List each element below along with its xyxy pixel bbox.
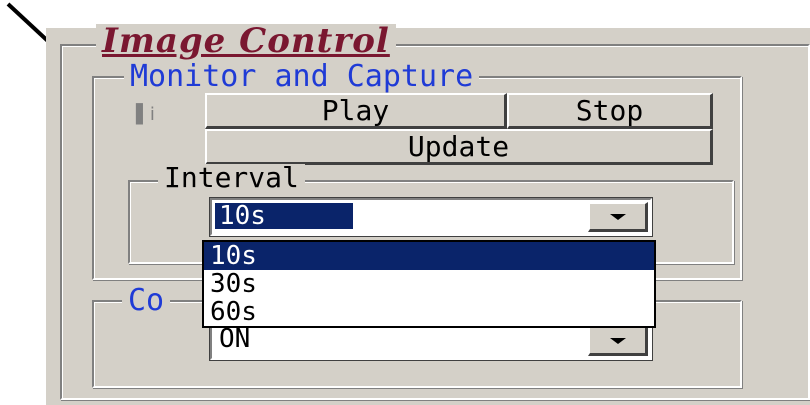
stop-button[interactable]: Stop: [507, 93, 713, 129]
interval-options-list[interactable]: 10s 30s 60s: [202, 240, 656, 328]
interval-option-60s[interactable]: 60s: [204, 298, 654, 326]
monitor-capture-title: Monitor and Capture: [124, 62, 480, 92]
chevron-down-icon: [609, 337, 626, 344]
interval-option-10s[interactable]: 10s: [204, 242, 654, 270]
play-button[interactable]: Play: [205, 93, 507, 129]
interval-dropdown-button[interactable]: [588, 202, 648, 232]
chevron-down-icon: [609, 213, 626, 220]
interval-selected-value: 10s: [214, 202, 354, 230]
interval-select[interactable]: 10s: [209, 197, 653, 237]
image-control-title: Image Control: [96, 24, 396, 58]
interval-title: Interval: [158, 164, 305, 192]
interval-option-30s[interactable]: 30s: [204, 270, 654, 298]
second-group-dropdown-button[interactable]: [588, 326, 648, 356]
second-group-title: Co: [122, 286, 171, 316]
indicator-icon: ▌i: [136, 104, 155, 125]
second-group-value: ON: [219, 324, 251, 354]
update-button[interactable]: Update: [205, 129, 713, 165]
